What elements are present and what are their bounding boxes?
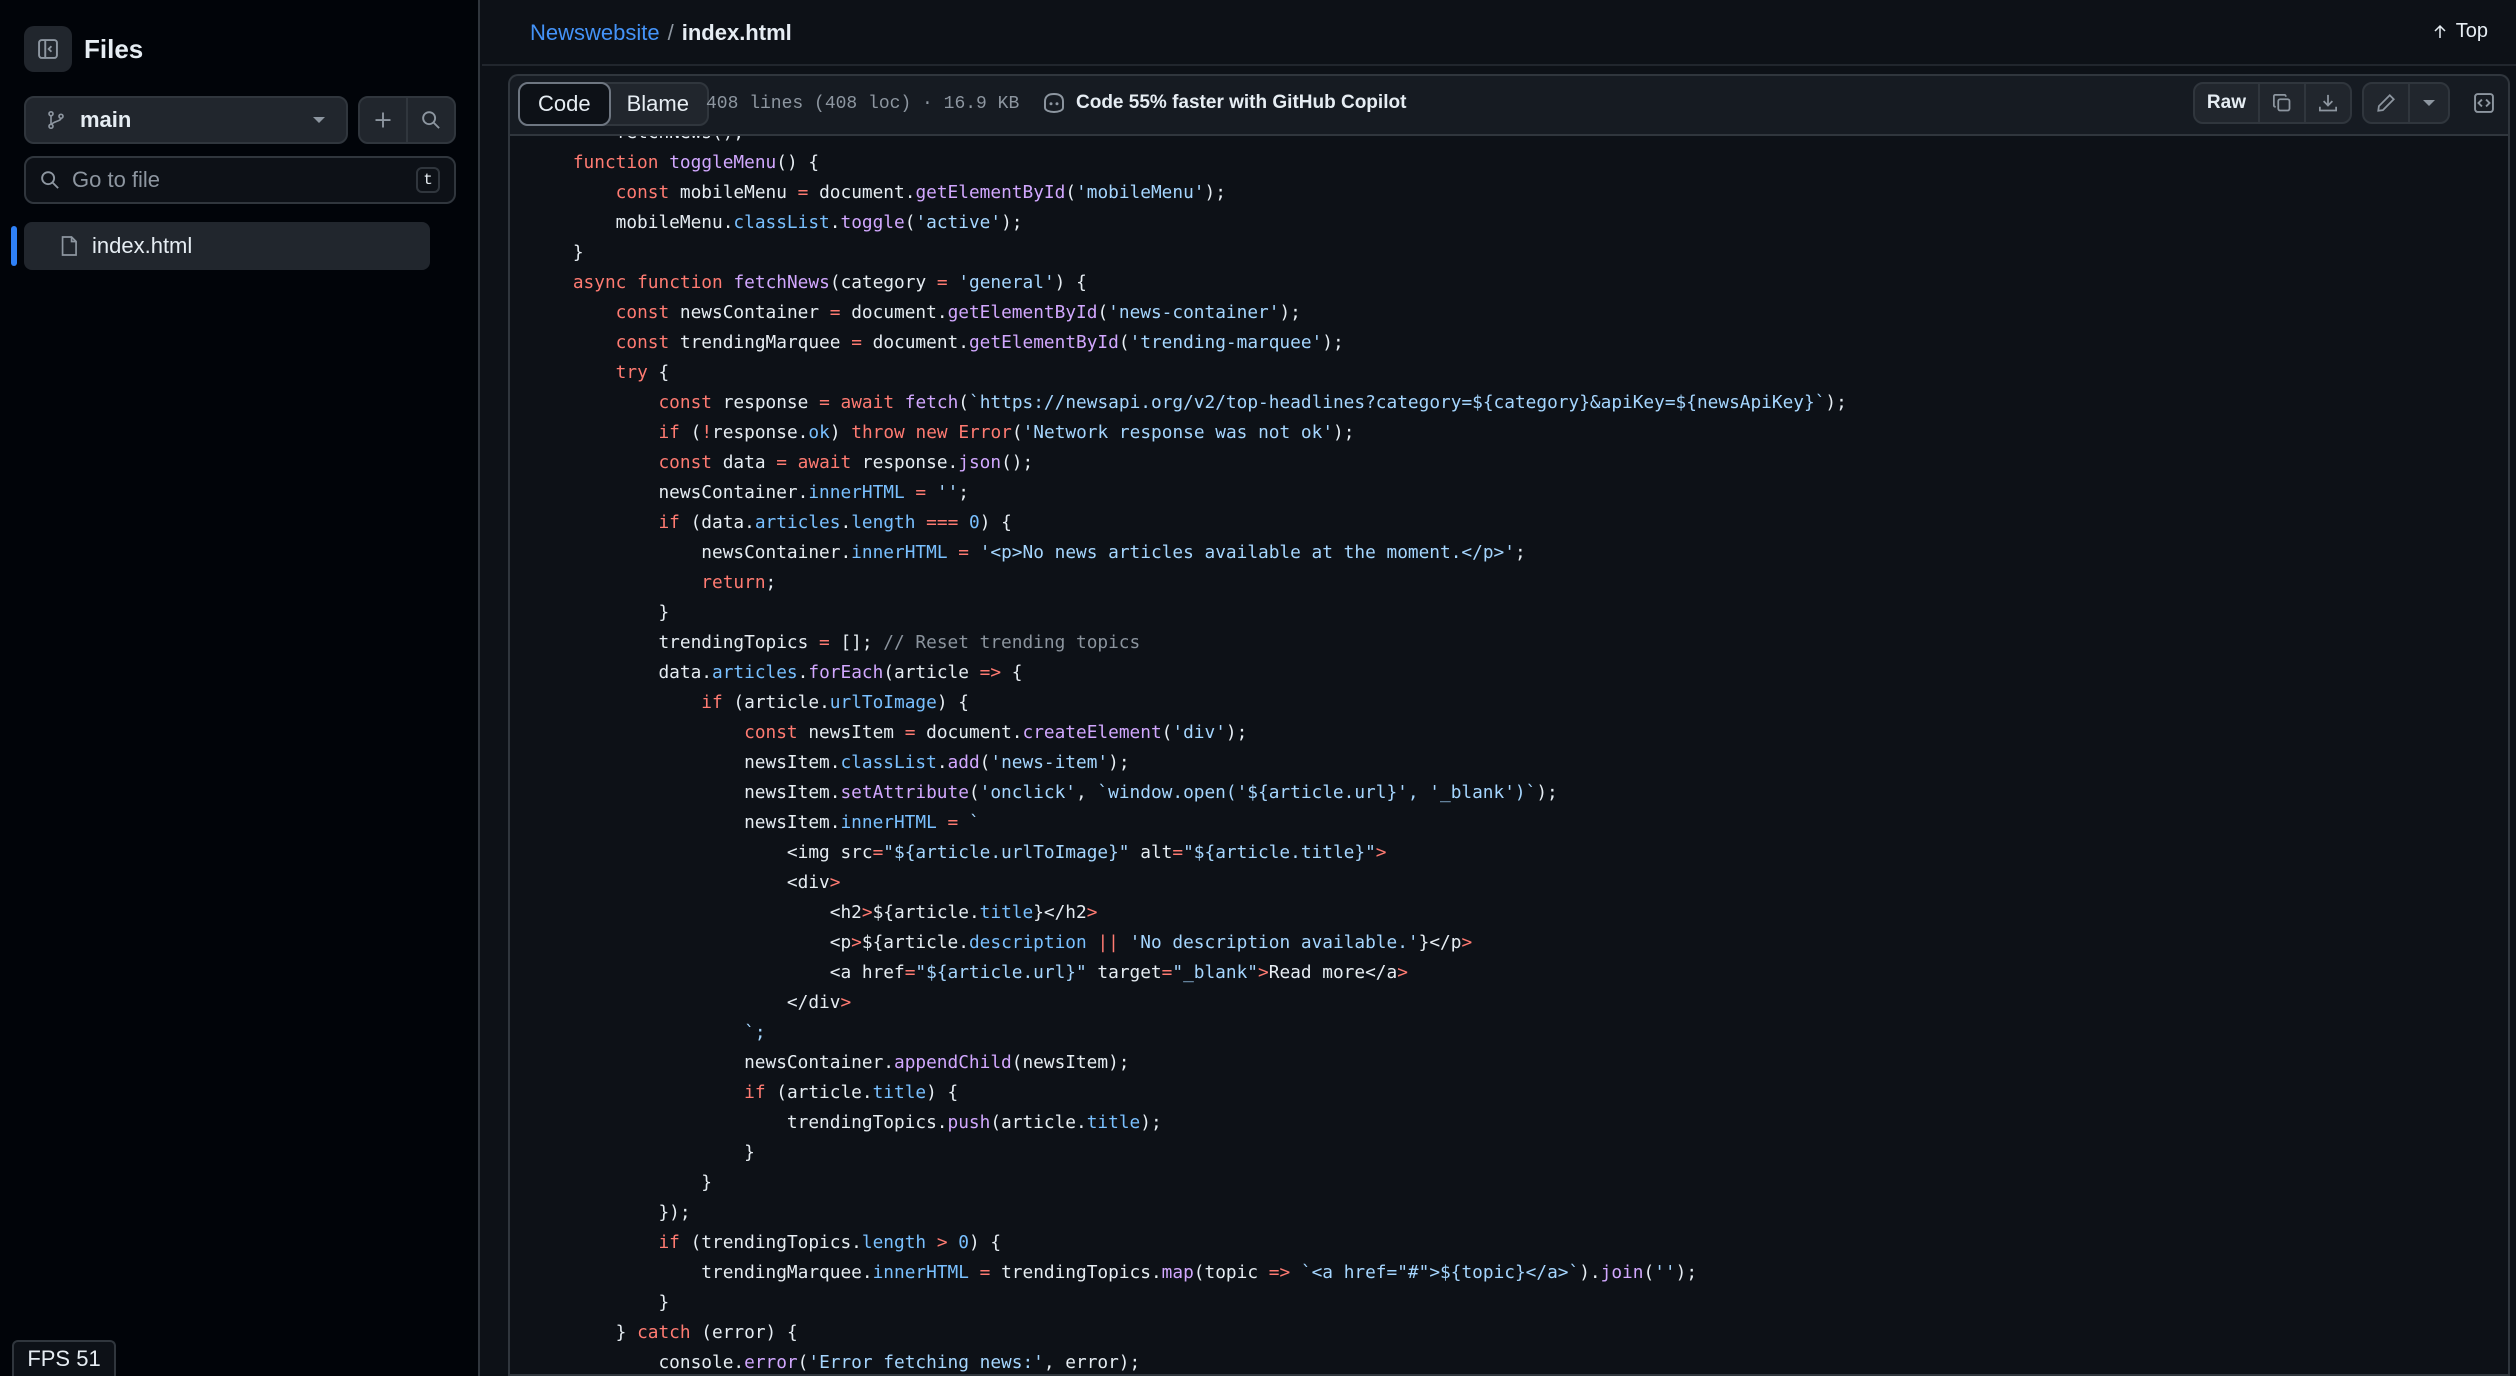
code-line: const data = await response.json(); — [658, 452, 1034, 473]
code-line: } catch (error) { — [530, 1322, 798, 1343]
code-line: } — [530, 1172, 712, 1193]
edit-options-button[interactable] — [2408, 84, 2448, 122]
breadcrumb-separator: / — [667, 20, 674, 45]
raw-button[interactable]: Raw — [2195, 84, 2258, 122]
code-line: mobileMenu.classList.toggle('active'); — [530, 212, 1023, 233]
code-line: const newsItem = document.createElement(… — [744, 722, 1248, 743]
file-actions: Raw — [2192, 82, 2508, 124]
copy-raw-button[interactable] — [2258, 84, 2304, 122]
code-line: data.articles.forEach(article => { — [530, 662, 1023, 683]
edit-file-button[interactable] — [2364, 84, 2408, 122]
code-line: } — [530, 602, 670, 623]
arrow-up-icon — [2434, 24, 2446, 38]
code-line: newsContainer.innerHTML = '<p>No news ar… — [530, 542, 1526, 563]
go-to-file-input[interactable] — [72, 167, 416, 193]
file-view: Newswebsite / index.html Top Code Blame … — [482, 0, 2516, 1376]
search-icon — [422, 111, 440, 129]
code-line: if (data.articles.length === 0) { — [658, 512, 1012, 533]
back-to-top-button[interactable]: Top — [2432, 20, 2488, 43]
go-to-file-field[interactable]: t — [24, 156, 456, 204]
copy-icon — [2273, 94, 2291, 112]
code-line: const newsContainer = document.getElemen… — [615, 302, 1301, 323]
code-line: const trendingMarquee = document.getElem… — [615, 332, 1344, 353]
code-line: trendingMarquee.innerHTML = trendingTopi… — [530, 1262, 1698, 1283]
file-meta: 408 lines (408 loc) · 16.9 KB — [706, 94, 1020, 114]
file-tree-item[interactable]: index.html — [24, 222, 430, 270]
pencil-icon — [2377, 94, 2395, 112]
shortcut-key: t — [416, 167, 440, 193]
copilot-icon — [1044, 93, 1064, 113]
code-line: const response = await fetch(`https://ne… — [658, 392, 1847, 413]
sidebar-title: Files — [84, 34, 144, 64]
code-line: } — [530, 1292, 670, 1313]
file-icon — [61, 236, 77, 256]
copilot-promo-link[interactable]: Code 55% faster with GitHub Copilot — [1042, 92, 1406, 114]
raw-actions-group: Raw — [2192, 82, 2352, 124]
code-line: console.error('Error fetching news:', er… — [530, 1352, 1141, 1373]
code-line: `; — [744, 1022, 766, 1043]
breadcrumb: Newswebsite / index.html — [530, 20, 792, 46]
code-line: </div> — [530, 992, 852, 1013]
code-square-icon — [2474, 93, 2494, 113]
code-line: <p>${article.description || 'No descript… — [530, 932, 1473, 953]
code-content: fetchNews(); function toggleMenu() { con… — [510, 136, 2508, 1374]
file-tree-item-label: index.html — [92, 233, 193, 258]
code-line: newsItem.classList.add('news-item'); — [530, 752, 1130, 773]
edit-actions-group — [2362, 82, 2450, 124]
code-line: async function fetchNews(category = 'gen… — [572, 272, 1087, 293]
branch-selector[interactable]: main — [24, 96, 348, 144]
code-line: function toggleMenu() { — [572, 152, 820, 173]
file-toolbar: Code Blame 408 lines (408 loc) · 16.9 KB… — [508, 74, 2510, 134]
code-line: newsContainer.appendChild(newsItem); — [530, 1052, 1130, 1073]
download-raw-button[interactable] — [2304, 84, 2350, 122]
tab-code[interactable]: Code — [518, 82, 611, 126]
code-line: return; — [701, 572, 777, 593]
code-line: } — [530, 1142, 755, 1163]
view-toggle: Code Blame — [518, 82, 709, 126]
code-line: <a href="${article.url}" target="_blank"… — [530, 962, 1408, 983]
code-line: newsContainer.innerHTML = ''; — [530, 482, 969, 503]
code-line: newsItem.setAttribute('onclick', `window… — [530, 782, 1558, 803]
breadcrumb-repo-link[interactable]: Newswebsite — [530, 20, 660, 46]
code-line: const mobileMenu = document.getElementBy… — [615, 182, 1226, 203]
code-line: newsItem.innerHTML = ` — [530, 812, 980, 833]
code-line: try { — [615, 362, 670, 383]
code-line: }); — [530, 1202, 691, 1223]
plus-icon — [375, 112, 391, 128]
symbols-panel-button[interactable] — [2460, 82, 2508, 124]
code-viewer[interactable]: fetchNews(); function toggleMenu() { con… — [508, 134, 2510, 1376]
breadcrumb-file: index.html — [681, 20, 792, 45]
file-tree-sidebar: Files main t index.html FPS 51 — [0, 0, 480, 1376]
code-line: if (article.title) { — [744, 1082, 959, 1103]
search-icon — [41, 171, 59, 189]
code-line: if (article.urlToImage) { — [701, 692, 969, 713]
code-line: } — [530, 242, 584, 263]
fps-counter: FPS 51 — [12, 1340, 116, 1376]
git-branch-icon — [48, 110, 64, 130]
code-line: <h2>${article.title}</h2> — [530, 902, 1098, 923]
active-file-indicator — [11, 226, 17, 266]
sidebar-actions — [358, 96, 456, 144]
add-file-button[interactable] — [360, 98, 408, 142]
file-header: Newswebsite / index.html Top — [482, 0, 2516, 66]
code-line: trendingTopics.push(article.title); — [530, 1112, 1162, 1133]
code-line: trendingTopics = []; // Reset trending t… — [530, 632, 1141, 653]
caret-down-icon — [313, 117, 325, 123]
branch-name: main — [80, 107, 132, 132]
code-line: if (!response.ok) throw new Error('Netwo… — [658, 422, 1355, 443]
copilot-promo-text: Code 55% faster with GitHub Copilot — [1076, 92, 1407, 113]
sidebar-collapse-icon — [38, 39, 58, 59]
collapse-sidebar-button[interactable] — [24, 26, 72, 72]
code-line: <div> — [530, 872, 841, 893]
search-code-button[interactable] — [408, 98, 454, 142]
code-line: <img src="${article.urlToImage}" alt="${… — [530, 842, 1387, 863]
download-icon — [2319, 94, 2337, 112]
code-line: fetchNews(); — [510, 136, 2508, 148]
tab-blame[interactable]: Blame — [609, 84, 707, 124]
caret-down-icon — [2423, 100, 2435, 106]
code-line: if (trendingTopics.length > 0) { — [658, 1232, 1002, 1253]
back-to-top-label: Top — [2455, 20, 2488, 42]
